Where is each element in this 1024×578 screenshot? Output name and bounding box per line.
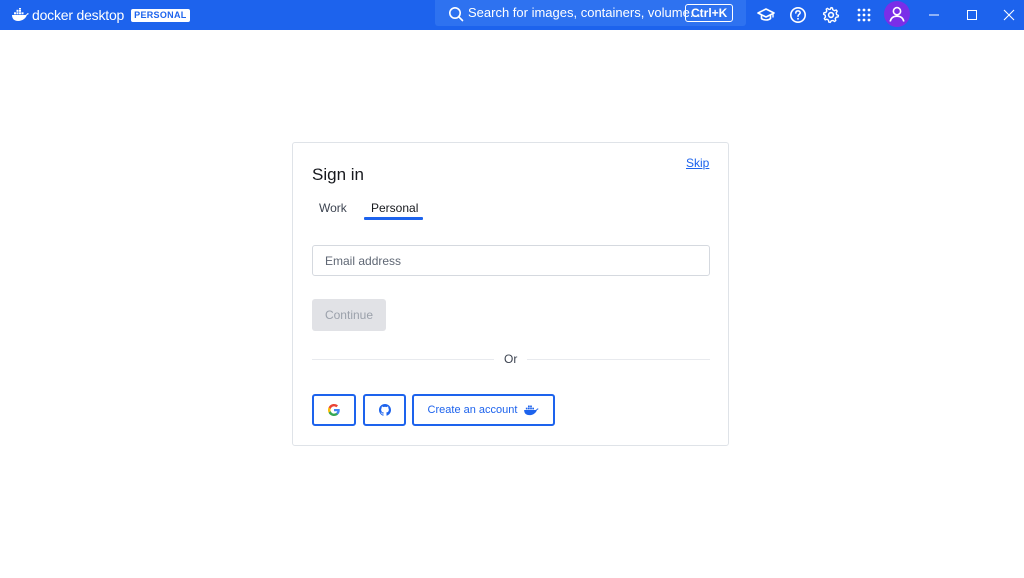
close-button[interactable] [997,3,1021,27]
docker-logo-icon [12,8,29,21]
learning-center-button[interactable] [756,5,776,25]
minimize-icon [929,14,939,16]
plan-badge: PERSONAL [131,8,190,22]
docker-whale-icon [524,405,540,416]
search-placeholder: Search for images, containers, volume... [468,5,701,20]
sign-in-card: Skip Sign in Work Personal Continue Or C… [292,142,729,446]
extensions-button[interactable] [854,5,874,25]
search-icon [449,7,464,22]
divider-label: Or [504,352,518,366]
app-brand: docker desktop PERSONAL [11,4,190,26]
create-account-label: Create an account [427,404,518,416]
tab-personal[interactable]: Personal [371,201,418,215]
google-icon [328,404,340,416]
divider-line [527,359,710,360]
grid-dots-icon [857,8,871,22]
settings-button[interactable] [821,5,841,25]
maximize-button[interactable] [960,3,984,27]
continue-button[interactable]: Continue [312,299,386,331]
gear-icon [822,6,840,24]
help-icon [790,7,806,23]
github-icon [378,404,391,416]
github-sign-in-button[interactable] [363,394,406,426]
global-search[interactable]: Search for images, containers, volume...… [435,0,746,26]
maximize-icon [967,10,977,20]
create-account-button[interactable]: Create an account [412,394,555,426]
graduation-cap-icon [757,8,775,21]
account-avatar[interactable] [884,1,910,27]
user-icon [889,6,905,22]
app-name: docker desktop [32,7,125,23]
divider-line [312,359,494,360]
page-title: Sign in [312,165,364,184]
help-button[interactable] [788,5,808,25]
title-bar: docker desktop PERSONAL Search for image… [0,0,1024,30]
tab-work[interactable]: Work [319,201,347,215]
close-icon [1003,9,1015,21]
skip-link[interactable]: Skip [686,156,709,170]
email-field[interactable] [312,245,710,276]
active-tab-indicator [364,217,423,220]
google-sign-in-button[interactable] [312,394,356,426]
search-shortcut-badge: Ctrl+K [685,4,734,22]
minimize-button[interactable] [922,3,946,27]
